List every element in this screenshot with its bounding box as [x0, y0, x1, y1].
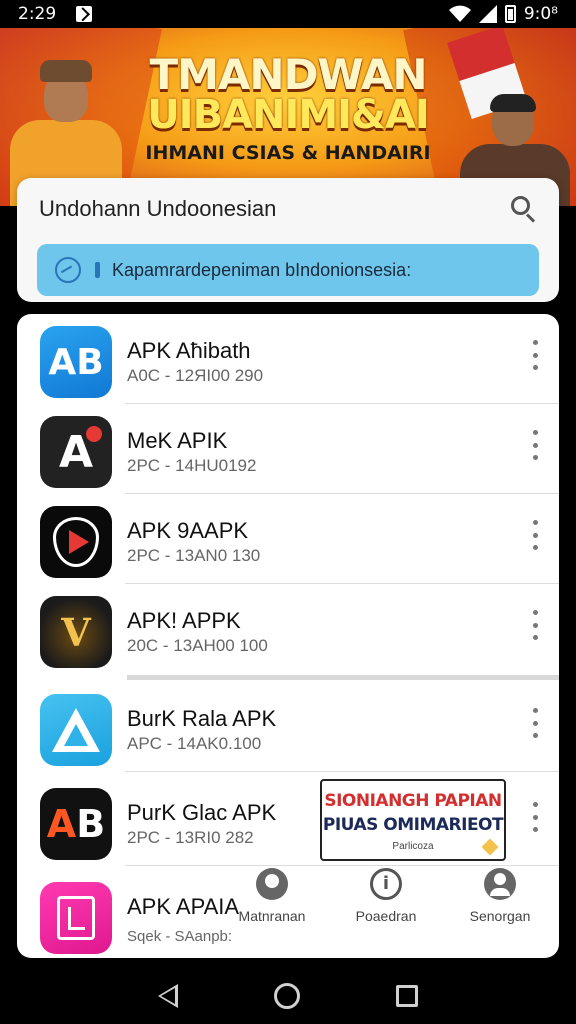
- recent-apps-icon[interactable]: [396, 985, 418, 1007]
- back-icon[interactable]: [158, 984, 178, 1008]
- v-gold-icon: V: [40, 596, 112, 668]
- person-icon: [484, 868, 516, 900]
- tab-label: Senorgan: [469, 908, 531, 924]
- app-name: APK! APPK: [127, 608, 241, 633]
- tab-senorgan[interactable]: Senorgan: [445, 868, 555, 924]
- ab-dark-icon: AB: [40, 788, 112, 860]
- a-light-icon: [40, 694, 112, 766]
- search-card-title: Undohann Undoonesian: [39, 196, 277, 221]
- app-meta: A0C - 12ЯI00 290: [127, 366, 264, 385]
- app-name: APK Aħibath: [127, 338, 251, 363]
- app-name: MeK APIK: [127, 428, 228, 453]
- list-item[interactable]: AB APK Aħibath A0C - 12ЯI00 290: [17, 314, 559, 404]
- ad-line3: Parlicoza: [392, 841, 434, 852]
- app-meta: 20C - 13AH00 100: [127, 636, 268, 655]
- status-time: 2:29: [18, 4, 57, 24]
- section-divider: [127, 675, 559, 680]
- more-options-icon[interactable]: [525, 430, 545, 460]
- pink-doc-icon: [40, 882, 112, 954]
- signal-icon: [478, 5, 497, 23]
- more-options-icon[interactable]: [525, 610, 545, 640]
- ad-banner[interactable]: SIONIANGH PAPIAN PIUAS OMIMARIEOT Parlic…: [320, 779, 506, 861]
- refresh-icon: [55, 257, 81, 283]
- search-input[interactable]: Kapamrardepeniman bIndonionsesia:: [37, 244, 539, 296]
- a-dark-icon: A: [40, 416, 112, 488]
- search-input-text: Kapamrardepeniman bIndonionsesia:: [112, 259, 412, 280]
- more-options-icon[interactable]: [525, 708, 545, 738]
- text-cursor-icon: [95, 262, 100, 278]
- info-icon: [370, 868, 402, 900]
- ab-blue-icon: AB: [40, 326, 112, 398]
- status-bar: 2:29 9:0⁸: [0, 0, 576, 28]
- system-nav-bar: [0, 968, 576, 1024]
- home-icon[interactable]: [274, 983, 300, 1009]
- tab-matnranan[interactable]: Matnranan: [217, 868, 327, 924]
- app-meta: 2PC - 13AN0 130: [127, 546, 261, 565]
- app-list: AB APK Aħibath A0C - 12ЯI00 290 A MeK AP…: [17, 314, 559, 958]
- ad-line2: PIUAS OMIMARIEOT: [322, 815, 504, 835]
- search-icon[interactable]: [511, 196, 537, 223]
- app-meta: Sqek - SAanpb:: [127, 928, 233, 945]
- banner-subtitle: IHMANI CSIAS & HANDAIRI: [145, 142, 431, 164]
- app-meta: 2PC - 13RI0 282: [127, 828, 254, 847]
- list-item[interactable]: BurK Rala APK APC - 14AK0.100: [17, 682, 559, 772]
- list-item[interactable]: V APK! APPK 20C - 13AH00 100: [17, 584, 559, 674]
- banner-title-line2: UIBANIMI&AI: [147, 92, 430, 138]
- wifi-icon: [448, 5, 471, 22]
- play-shield-icon: [40, 506, 112, 578]
- app-meta: APC - 14AK0.100: [127, 734, 262, 753]
- search-card: Undohann Undoonesian Kapamrardepeniman b…: [17, 178, 559, 302]
- divider: [125, 771, 559, 772]
- list-item[interactable]: A MeK APIK 2PC - 14HU0192: [17, 404, 559, 494]
- tab-label: Matnranan: [238, 908, 306, 924]
- app-meta: 2PC - 14HU0192: [127, 456, 257, 475]
- people-icon: [256, 868, 288, 900]
- tab-label: Poaedran: [355, 908, 417, 924]
- more-options-icon[interactable]: [525, 802, 545, 832]
- tab-poaedran[interactable]: Poaedran: [331, 868, 441, 924]
- status-clock: 9:0⁸: [523, 4, 558, 24]
- list-item[interactable]: APK 9AAPK 2PC - 13AN0 130: [17, 494, 559, 584]
- ad-line1: SIONIANGH PAPIAN: [324, 791, 502, 811]
- app-name: PurK Glac APK: [127, 800, 277, 825]
- more-options-icon[interactable]: [525, 520, 545, 550]
- app-name: APK 9AAPK: [127, 518, 249, 543]
- more-options-icon[interactable]: [525, 340, 545, 370]
- app-name: BurK Rala APK: [127, 706, 277, 731]
- notification-icon: [76, 6, 93, 22]
- divider: [125, 865, 559, 866]
- battery-icon: [504, 5, 516, 23]
